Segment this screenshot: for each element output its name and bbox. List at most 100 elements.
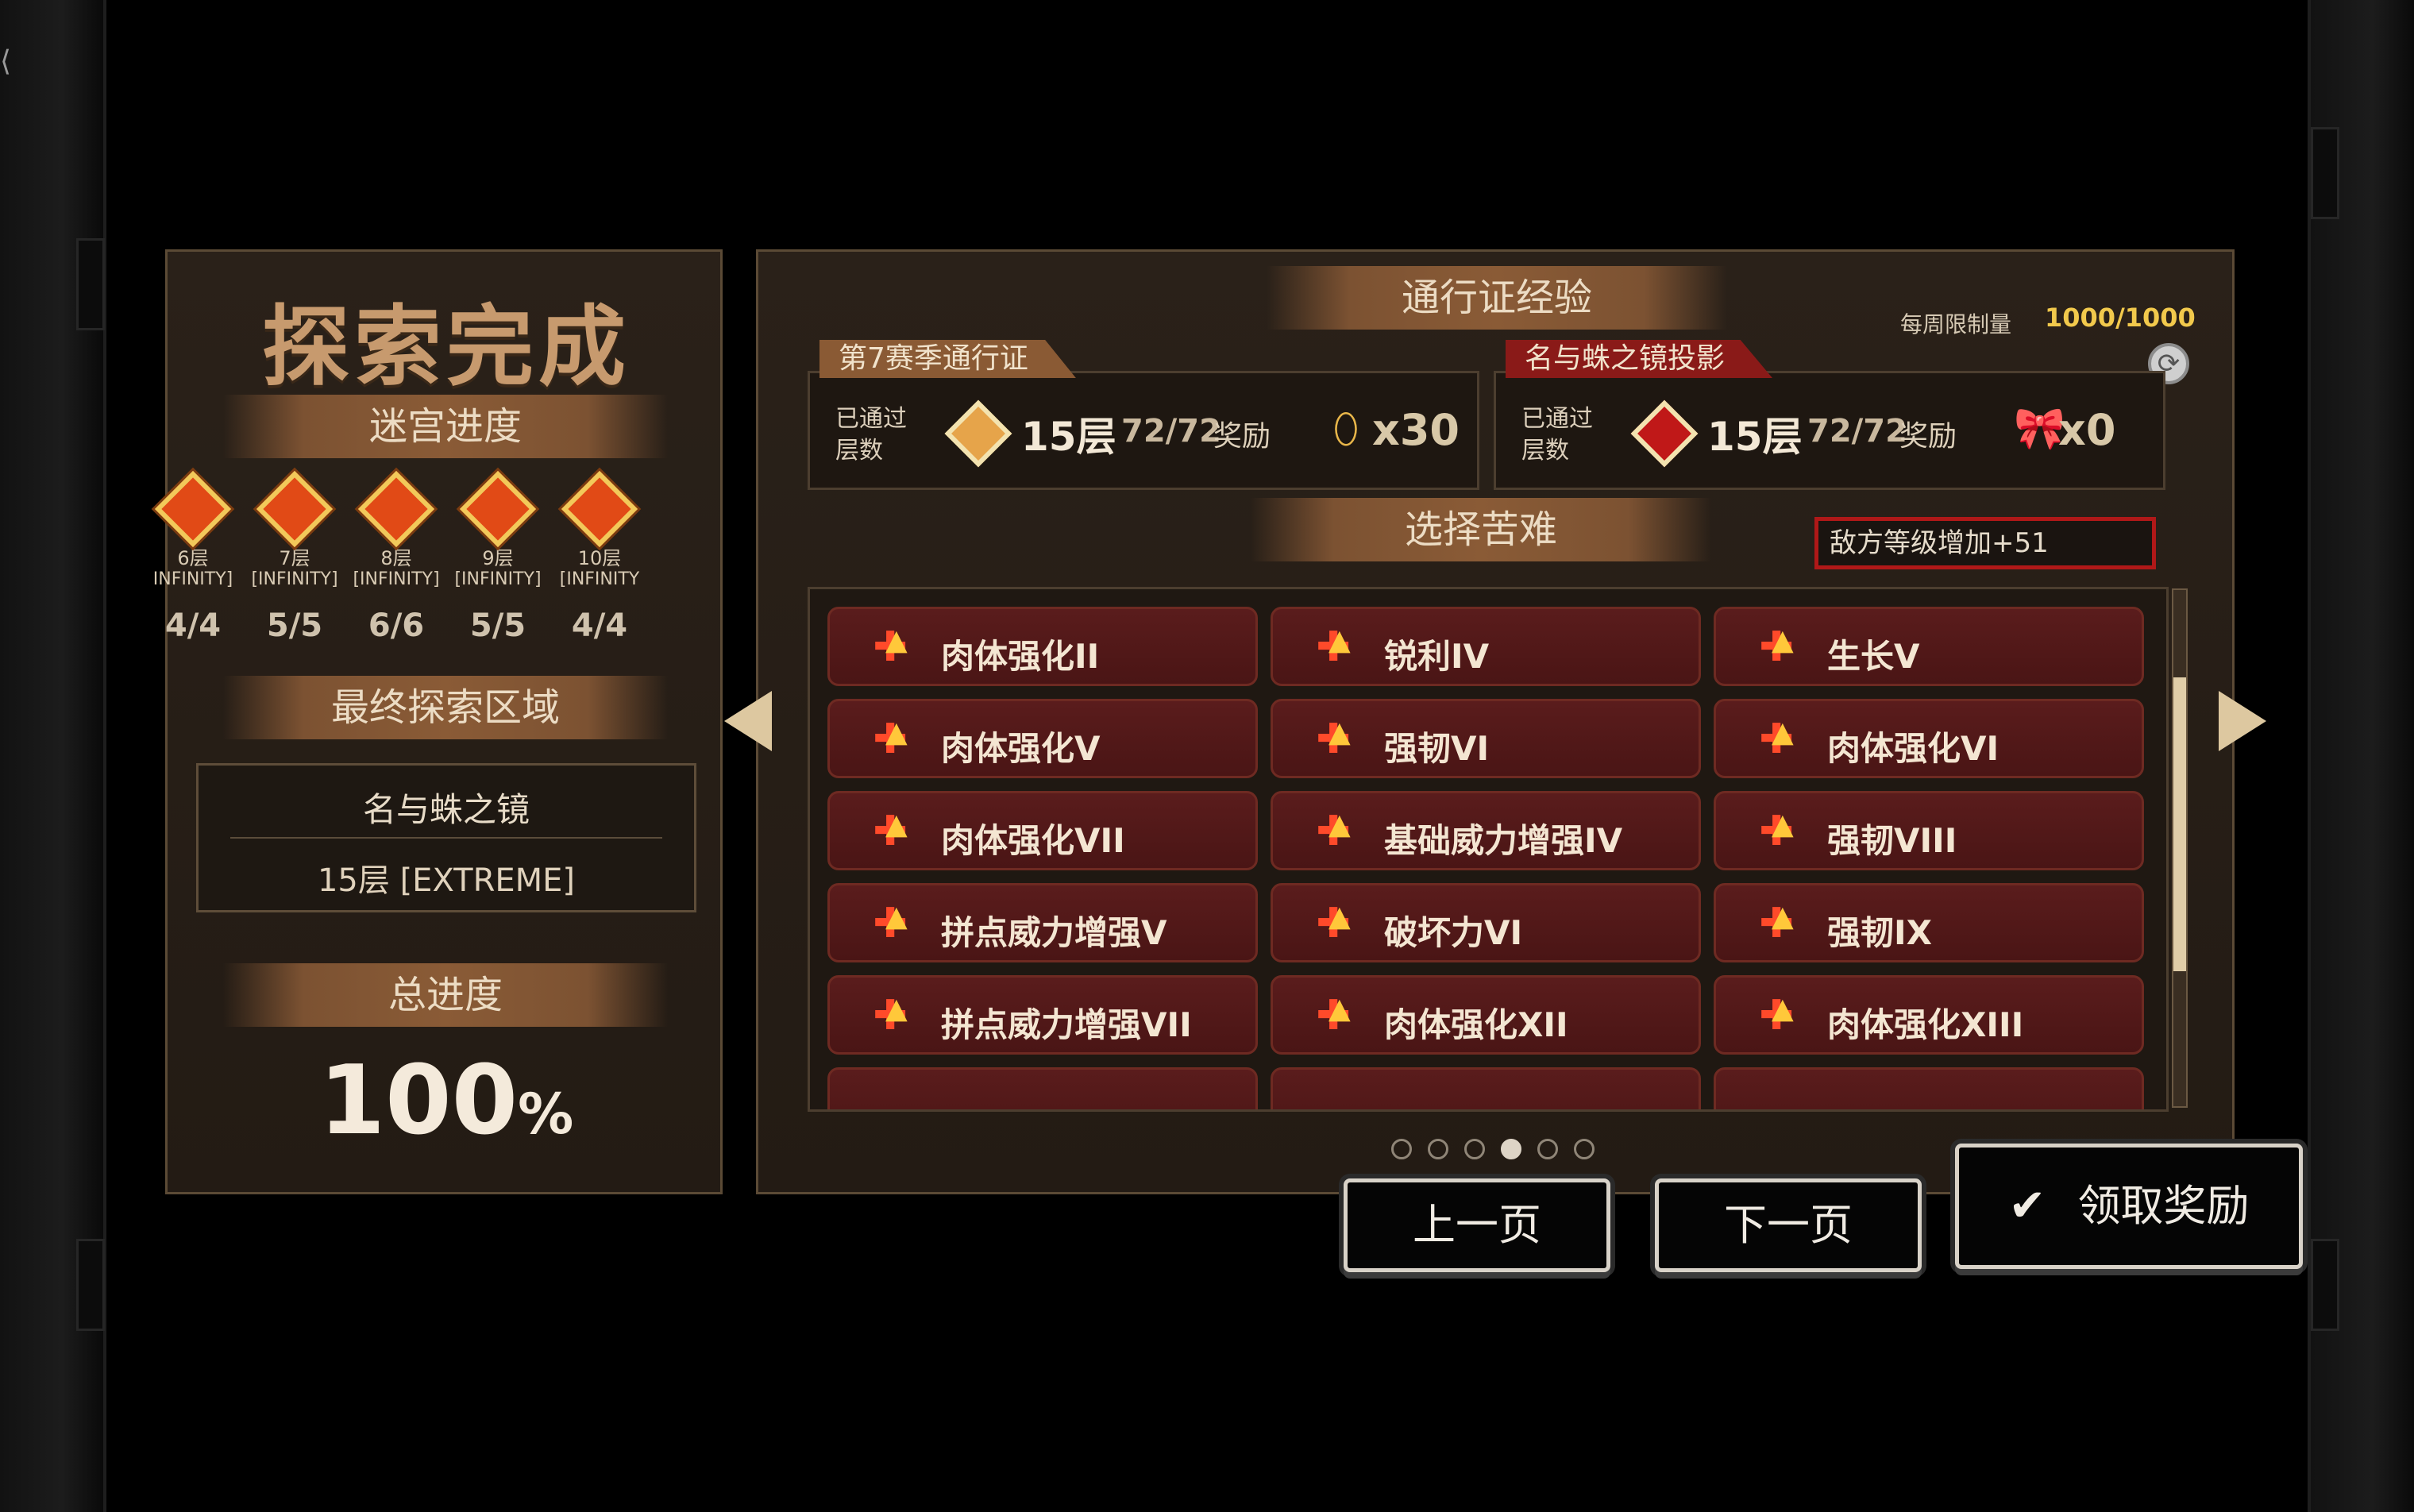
passed-floors-label: 已通过 层数	[1521, 405, 1593, 465]
prev-arrow-icon[interactable]	[724, 691, 772, 751]
claim-reward-button[interactable]: ✔ 领取奖励	[1955, 1144, 2303, 1269]
hardship-label: 强韧IX	[1827, 913, 1933, 952]
hardship-label: 拼点威力增强V	[941, 913, 1167, 952]
hardship-card-partial[interactable]	[827, 1067, 1258, 1109]
hardship-buff-icon: ✚ ▲	[1316, 900, 1351, 947]
floor-item: 10层 [INFINITY 4/4	[549, 470, 650, 644]
floor-badge-icon	[357, 470, 435, 548]
hardship-card[interactable]: ✚ ▲ 强韧IX	[1714, 883, 2144, 962]
page-dot[interactable]	[1391, 1139, 1412, 1159]
floor-count: 5/5	[266, 608, 323, 644]
claim-reward-label: 领取奖励	[2077, 1181, 2250, 1231]
exploration-complete-title: 探索完成	[262, 296, 630, 398]
page-dot[interactable]	[1574, 1139, 1595, 1159]
hardship-card[interactable]: ✚ ▲ 破坏力VI	[1271, 883, 1701, 962]
hardship-card[interactable]: ✚ ▲ 肉体强化VI	[1714, 699, 2144, 778]
hardship-label: 基础威力增强IV	[1384, 821, 1623, 860]
next-arrow-icon[interactable]	[2219, 691, 2266, 751]
hardship-card[interactable]: ✚ ▲ 拼点威力增强VII	[827, 975, 1258, 1055]
hardship-card[interactable]: ✚ ▲ 强韧VIII	[1714, 791, 2144, 870]
select-hardship-header: 选择苦难	[1251, 498, 1711, 561]
hardship-buff-icon: ✚ ▲	[1316, 992, 1351, 1040]
floor-tag: [INFINITY	[559, 569, 640, 589]
ribbon-icon: 🎀	[2014, 405, 2065, 453]
hardship-card[interactable]: ✚ ▲ 基础威力增强IV	[1271, 791, 1701, 870]
floor-count: 4/4	[164, 608, 222, 644]
frame-notch	[2311, 1239, 2339, 1331]
hardship-buff-icon: ✚ ▲	[1759, 808, 1794, 855]
hardship-label: 肉体强化XII	[1384, 1005, 1568, 1044]
page-dot[interactable]	[1464, 1139, 1485, 1159]
hardship-card[interactable]: ✚ ▲ 强韧VI	[1271, 699, 1701, 778]
hardship-label: 肉体强化V	[941, 729, 1101, 768]
hardship-card-partial[interactable]	[1271, 1067, 1701, 1109]
hardship-card[interactable]: ✚ ▲ 肉体强化V	[827, 699, 1258, 778]
pass-and-hardship-panel: 通行证经验 每周限制量 1000/1000 ⟳ 第7赛季通行证 已通过 层数 1…	[756, 249, 2235, 1194]
hardship-card-partial[interactable]	[1714, 1067, 2144, 1109]
pass-progress: 72/72	[1807, 413, 1907, 449]
hardship-buff-icon: ✚ ▲	[873, 900, 908, 947]
page-dot[interactable]	[1501, 1139, 1521, 1159]
passed-floor: 15层	[1021, 414, 1116, 460]
hardship-label: 强韧VIII	[1827, 821, 1957, 860]
maze-progress-header: 迷宫进度	[223, 395, 668, 458]
total-progress-value: 100%	[318, 1046, 574, 1156]
passed-floors-label: 已通过 层数	[835, 405, 907, 465]
weekly-limit-label: 每周限制量	[1900, 311, 2012, 338]
prev-page-button[interactable]: 上一页	[1344, 1178, 1610, 1272]
floor-badge-icon	[154, 470, 232, 548]
total-progress-header: 总进度	[223, 963, 668, 1027]
pass-card-title: 第7赛季通行证	[819, 340, 1076, 378]
left-frame: ⟨	[0, 0, 106, 1512]
hardship-card[interactable]: ✚ ▲ 肉体强化XIII	[1714, 975, 2144, 1055]
reward-label: 奖励	[1899, 420, 1957, 453]
next-page-button[interactable]: 下一页	[1655, 1178, 1922, 1272]
floor-name: 7层	[279, 547, 310, 569]
hardship-card[interactable]: ✚ ▲ 肉体强化VII	[827, 791, 1258, 870]
divider	[230, 837, 662, 839]
exploration-summary-panel: 探索完成 迷宫进度 6层 INFINITY] 4/4 7层 [INFINITY]…	[153, 249, 723, 1194]
hardship-label: 锐利IV	[1384, 637, 1490, 676]
weekly-limit-value: 1000/1000	[2045, 303, 2196, 333]
hardship-card[interactable]: ✚ ▲ 肉体强化II	[827, 607, 1258, 686]
hardship-buff-icon: ✚ ▲	[873, 808, 908, 855]
pass-card: 第7赛季通行证 已通过 层数 15层 72/72 奖励 ⬯ x30	[808, 340, 1479, 490]
floor-tag: [INFINITY]	[353, 569, 440, 589]
page-dot[interactable]	[1428, 1139, 1448, 1159]
hardship-label: 生长V	[1827, 637, 1920, 676]
hardship-scrollbar[interactable]	[2172, 588, 2188, 1108]
floor-item: 8层 [INFINITY] 6/6	[345, 470, 447, 644]
hardship-buff-icon: ✚ ▲	[1316, 623, 1351, 671]
hardship-card[interactable]: ✚ ▲ 拼点威力增强V	[827, 883, 1258, 962]
right-frame	[2308, 0, 2414, 1512]
enemy-level-indicator: 敌方等级增加+51	[1814, 517, 2156, 569]
hardship-buff-icon: ✚ ▲	[873, 716, 908, 763]
frame-notch	[76, 238, 105, 330]
floor-badge-icon	[459, 470, 537, 548]
floor-name: 8层	[380, 547, 412, 569]
back-arrow-icon[interactable]: ⟨	[0, 46, 27, 78]
page-dot[interactable]	[1537, 1139, 1558, 1159]
hardship-card[interactable]: ✚ ▲ 肉体强化XII	[1271, 975, 1701, 1055]
hardship-buff-icon: ✚ ▲	[1759, 992, 1794, 1040]
pass-exp-header: 通行证经验	[1267, 266, 1727, 330]
scrollbar-thumb[interactable]	[2173, 677, 2186, 971]
hardship-card[interactable]: ✚ ▲ 锐利IV	[1271, 607, 1701, 686]
floor-count: 5/5	[469, 608, 526, 644]
floor-count: 4/4	[571, 608, 628, 644]
frame-notch	[2311, 127, 2339, 219]
floor-item: 9层 [INFINITY] 5/5	[447, 470, 549, 644]
hardship-card[interactable]: ✚ ▲ 生长V	[1714, 607, 2144, 686]
pass-card: 名与蛛之镜投影 已通过 层数 15层 72/72 奖励 🎀 x0	[1494, 340, 2165, 490]
hardship-buff-icon: ✚ ▲	[1316, 808, 1351, 855]
hardship-buff-icon: ✚ ▲	[1759, 623, 1794, 671]
hardship-buff-icon: ✚ ▲	[873, 623, 908, 671]
hardship-buff-icon: ✚ ▲	[1759, 900, 1794, 947]
floor-item: 6层 INFINITY] 4/4	[142, 470, 244, 644]
check-icon: ✔	[2008, 1180, 2046, 1232]
final-zone-box: 名与蛛之镜 15层 [EXTREME]	[196, 763, 696, 912]
floor-name: 9层	[482, 547, 514, 569]
hardship-label: 肉体强化VII	[941, 821, 1125, 860]
passed-floor: 15层	[1707, 414, 1803, 460]
prev-page-label: 上一页	[1413, 1200, 1541, 1250]
